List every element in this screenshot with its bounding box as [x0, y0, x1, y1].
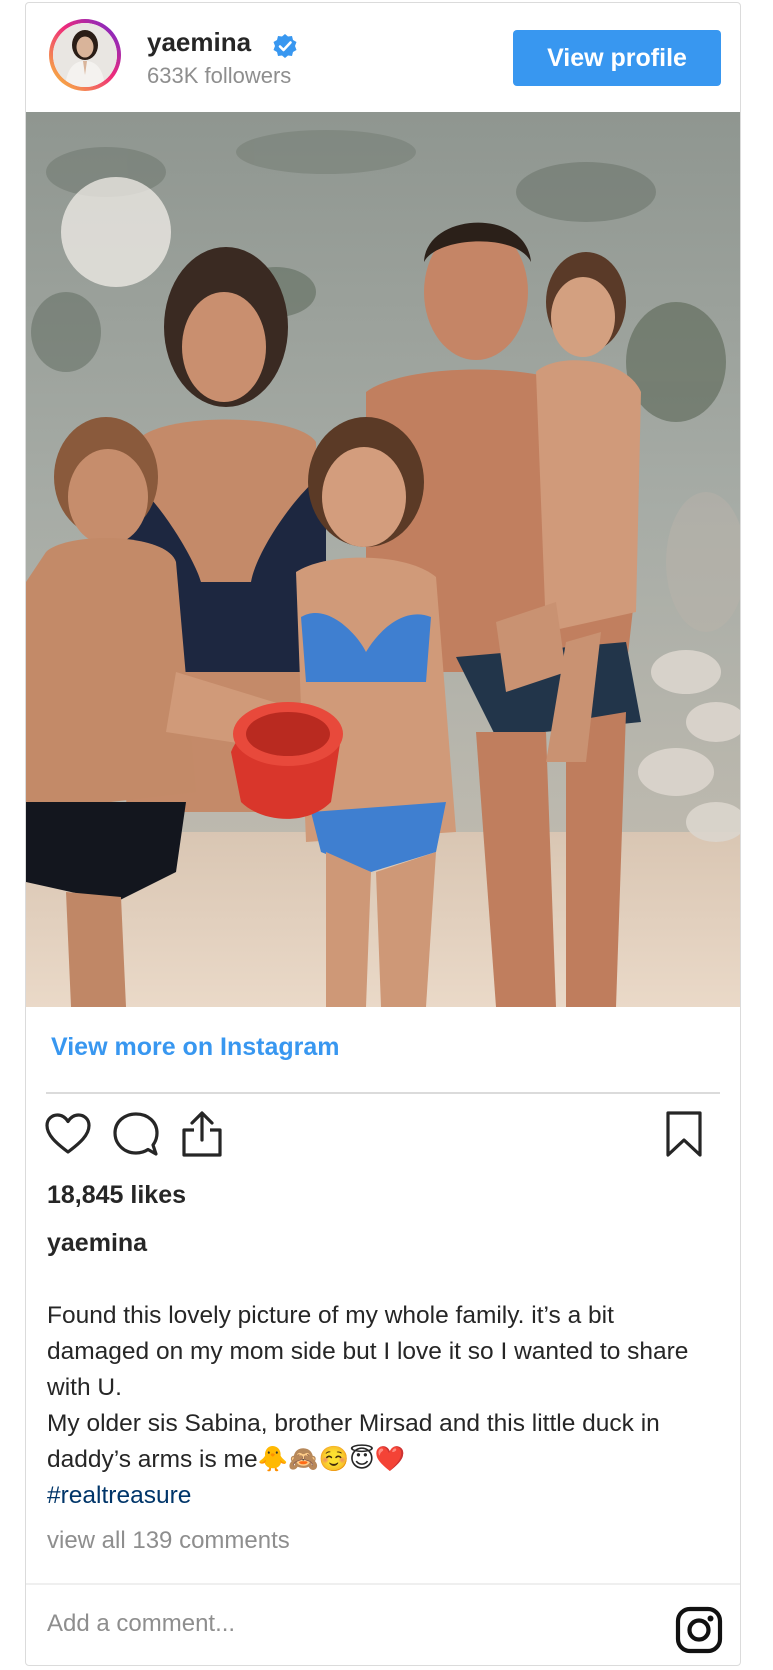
view-more-on-instagram-link[interactable]: View more on Instagram: [51, 1033, 340, 1062]
caption-line: Found this lovely picture of my whole fa…: [47, 1302, 689, 1401]
follower-count: 633K followers: [147, 63, 292, 88]
like-count[interactable]: 18,845 likes: [47, 1181, 186, 1210]
divider: [26, 1583, 740, 1585]
view-all-comments-link[interactable]: view all 139 comments: [47, 1527, 290, 1555]
hashtag-link[interactable]: #realtreasure: [47, 1482, 191, 1509]
caption-username[interactable]: yaemina: [47, 1229, 147, 1258]
caption-line: My older sis Sabina, brother Mirsad and …: [47, 1410, 660, 1473]
username[interactable]: yaemina: [147, 27, 251, 58]
heart-icon[interactable]: [42, 1108, 94, 1160]
add-comment-input[interactable]: Add a comment...: [47, 1610, 235, 1638]
post-photo[interactable]: [26, 112, 740, 1007]
post-caption: Found this lovely picture of my whole fa…: [47, 1298, 707, 1514]
comment-icon[interactable]: [110, 1108, 162, 1160]
action-bar: [26, 1108, 740, 1168]
post-header: yaemina 633K followers View profile: [26, 3, 740, 113]
bookmark-icon[interactable]: [658, 1108, 710, 1160]
instagram-embed-card: yaemina 633K followers View profile View…: [25, 2, 741, 1666]
share-icon[interactable]: [176, 1108, 228, 1160]
avatar[interactable]: [49, 19, 121, 91]
divider: [46, 1092, 720, 1094]
avatar-image: [53, 23, 117, 87]
family-beach-photo: [26, 112, 740, 1007]
view-profile-button[interactable]: View profile: [513, 30, 721, 86]
verified-badge-icon: [273, 34, 297, 58]
instagram-icon[interactable]: [675, 1606, 723, 1654]
